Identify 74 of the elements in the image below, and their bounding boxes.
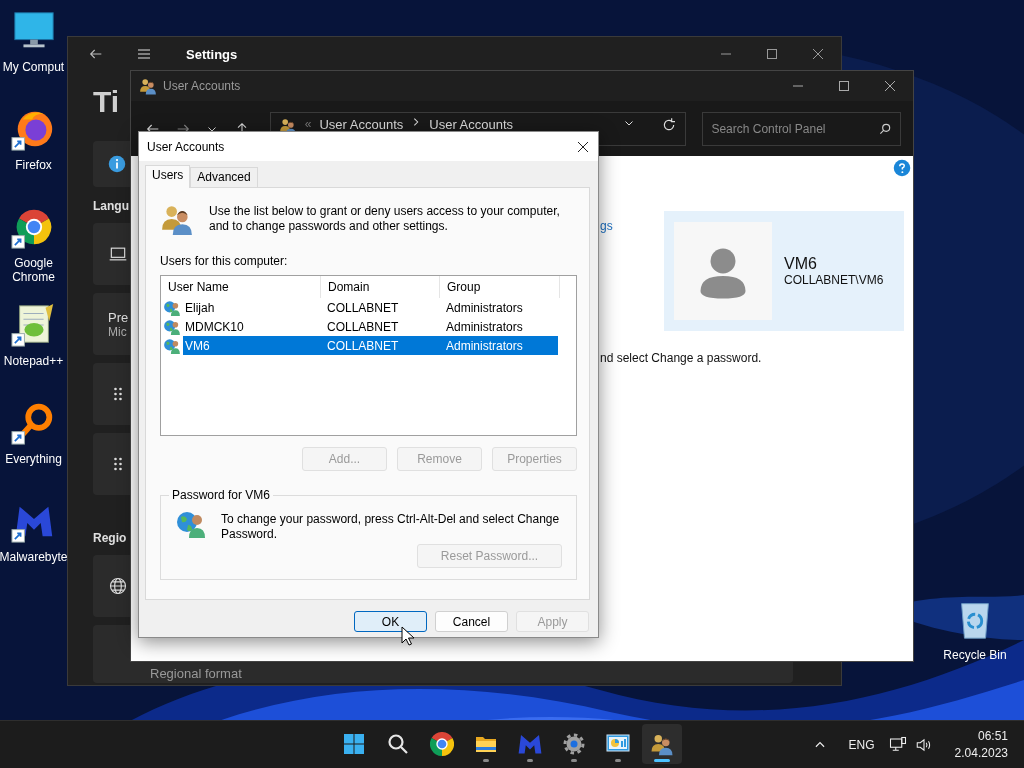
table-cell-text: Administrators [445,300,524,315]
table-cell-text: COLLABNET [326,319,400,334]
search-icon [386,732,410,756]
dialog-button[interactable]: OK [354,611,427,632]
table-cell-text: COLLABNET [326,300,400,315]
user-name: VM6 [784,255,818,273]
search-field[interactable]: Search Control Panel [702,111,901,146]
section-heading: Regio [93,531,127,545]
column-header[interactable]: Domain [321,276,440,298]
table-cell-text: Administrators [445,319,524,334]
users-icon [650,732,674,756]
desktop-icon-label[interactable]: Recycle Bin [943,648,1007,662]
table-row[interactable]: Elijah COLLABNET Administrators [183,298,558,317]
users-icon [139,77,157,95]
desktop-icon-label[interactable]: Firefox [15,158,52,172]
globe-icon [108,576,128,596]
desktop-icon-label[interactable]: My Comput [2,60,65,74]
page-title: Ti [93,85,120,119]
card-subtitle: Mic [108,324,128,339]
desktop-icon-label[interactable]: Notepad++ [3,354,64,368]
network-icon [888,735,907,754]
table-row[interactable]: MDMCK10 COLLABNET Administrators [183,317,558,336]
table-cell-text: VM6 [184,338,211,353]
user-globe-icon [163,317,181,336]
gear-icon [562,732,586,756]
search-icon [878,121,892,136]
desktop-icon-label[interactable]: Everything [5,452,62,466]
table-cell-text: Elijah [184,300,216,315]
intro-text: Use the list below to grant or deny users access to your computer, and to change passwords and other settings. [209,204,561,235]
logo-icon [518,732,542,756]
info-icon [108,155,126,173]
column-header[interactable]: User Name [161,276,321,298]
card-title: Regional format [150,666,242,681]
table-cell-text: MDMCK10 [184,319,245,334]
user-globe-icon [163,336,181,355]
breadcrumb[interactable]: User Accounts [429,116,514,132]
overflow-mark[interactable]: « [304,116,312,131]
dialog-title: User Accounts [147,139,225,154]
maximize-icon [838,80,850,92]
tab[interactable]: Users [145,165,191,188]
card-title: Pre [108,309,129,325]
desktop-icon-label[interactable]: Google Chrome [3,256,64,284]
maximize-icon [766,48,778,60]
user-globe-icon [163,298,181,317]
language-indicator[interactable]: ENG [848,737,875,752]
desktop-icon-label[interactable]: Malwarebyte [0,550,68,564]
account-name: COLLABNET\VM6 [784,273,884,287]
tab[interactable]: Advanced [190,167,258,187]
group-title: Password for VM6 [171,488,272,502]
menu-icon [136,46,152,62]
close-icon [812,48,824,60]
table-cell-text: COLLABNET [326,338,400,353]
window-title: User Accounts [163,79,241,93]
close-icon [577,140,589,153]
close-icon [884,80,896,92]
breadcrumb[interactable]: User Accounts [319,116,404,132]
table-cell-text: Administrators [445,338,524,353]
clock-time[interactable]: 06:51 [977,727,1008,745]
refresh-icon [661,116,678,133]
dialog-button[interactable]: Cancel [435,611,508,632]
clock-date[interactable]: 2.04.2023 [954,744,1008,762]
table-row[interactable]: VM6 COLLABNET Administrators [183,336,558,355]
instruction-text: nd select Change a password. [600,351,763,365]
link[interactable]: gs [600,219,664,233]
column-header[interactable]: Group [440,276,560,298]
section-heading: Langu [93,199,129,213]
taskbar-button[interactable] [642,724,682,764]
browser-icon [430,732,454,756]
help-icon [893,159,911,177]
window-title: Settings [186,46,238,62]
password-text: To change your password, press Ctrl-Alt-Del and select Change Password. [221,512,561,542]
mouse-pointer-icon [400,626,416,646]
list-label: Users for this computer: [160,254,289,268]
start-icon [342,732,366,756]
